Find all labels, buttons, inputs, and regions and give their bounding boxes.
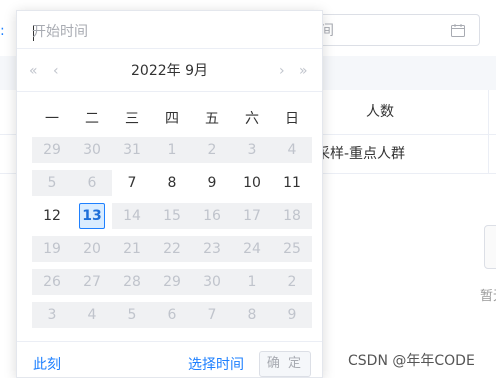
day-cell-today[interactable]: 13 xyxy=(72,203,112,229)
column-header-count: 人数 xyxy=(366,104,394,120)
day-cell: 6 xyxy=(72,170,112,196)
calendar-icon xyxy=(451,24,465,37)
day-cell[interactable]: 9 xyxy=(192,170,232,196)
day-cell: 4 xyxy=(72,302,112,328)
day-cell: 31 xyxy=(112,137,152,163)
day-cell: 17 xyxy=(232,203,272,229)
end-time-input[interactable]: 间 xyxy=(300,14,480,46)
day-cell[interactable]: 12 xyxy=(32,203,72,229)
day-cell: 30 xyxy=(72,137,112,163)
weekday-label: 二 xyxy=(85,111,99,127)
weekday-label: 五 xyxy=(205,111,219,127)
day-cell: 4 xyxy=(272,137,312,163)
day-cell[interactable]: 8 xyxy=(152,170,192,196)
day-cell: 24 xyxy=(232,236,272,262)
footer-divider xyxy=(17,341,322,342)
day-cell: 29 xyxy=(152,269,192,295)
day-cell: 14 xyxy=(112,203,152,229)
start-time-placeholder: 开始时间 xyxy=(32,24,88,40)
start-time-input[interactable]: 开始时间 xyxy=(25,17,315,47)
next-year-icon[interactable]: » xyxy=(299,61,308,81)
weekday-label: 一 xyxy=(45,111,59,127)
weekday-label: 六 xyxy=(245,111,259,127)
day-cell: 8 xyxy=(232,302,272,328)
confirm-button[interactable]: 确 定 xyxy=(259,351,311,377)
watermark: CSDN @年年CODE xyxy=(348,353,475,369)
empty-state-text: 暂无 xyxy=(480,289,496,304)
weekday-label: 三 xyxy=(125,111,139,127)
day-cell: 30 xyxy=(192,269,232,295)
day-cell: 6 xyxy=(152,302,192,328)
day-cell: 29 xyxy=(32,137,72,163)
day-cell[interactable]: 11 xyxy=(272,170,312,196)
day-cell: 2 xyxy=(272,269,312,295)
next-month-icon[interactable]: › xyxy=(279,61,285,81)
day-cell[interactable]: 10 xyxy=(232,170,272,196)
day-cell: 5 xyxy=(112,302,152,328)
header-divider xyxy=(17,48,322,49)
month-title: 2022年 9月 xyxy=(131,63,208,79)
title-divider xyxy=(17,91,322,92)
day-cell: 18 xyxy=(272,203,312,229)
weekday-label: 日 xyxy=(285,111,299,127)
day-cell: 2 xyxy=(192,137,232,163)
day-cell: 25 xyxy=(272,236,312,262)
day-cell: 28 xyxy=(112,269,152,295)
column-divider xyxy=(488,90,489,173)
day-cell: 3 xyxy=(32,302,72,328)
day-cell: 16 xyxy=(192,203,232,229)
day-cell: 20 xyxy=(72,236,112,262)
now-link[interactable]: 此刻 xyxy=(33,355,61,375)
today-highlight: 13 xyxy=(79,203,105,229)
day-cell: 27 xyxy=(72,269,112,295)
day-cell: 23 xyxy=(192,236,232,262)
weekday-label: 四 xyxy=(165,111,179,127)
day-cell: 21 xyxy=(112,236,152,262)
day-cell: 1 xyxy=(232,269,272,295)
date-picker-popup: 开始时间 « ‹ 2022年 9月 › » 一 二 三 四 五 六 日 29 30… xyxy=(16,10,323,378)
day-cell: 15 xyxy=(152,203,192,229)
day-cell: 26 xyxy=(32,269,72,295)
day-cell: 1 xyxy=(152,137,192,163)
weekday-header: 一 二 三 四 五 六 日 xyxy=(32,107,312,131)
day-cell: 19 xyxy=(32,236,72,262)
select-time-link[interactable]: 选择时间 xyxy=(188,355,244,375)
day-cell[interactable]: 7 xyxy=(112,170,152,196)
day-cell: 9 xyxy=(272,302,312,328)
day-cell: 22 xyxy=(152,236,192,262)
table-cell: 采样-重点人群 xyxy=(316,146,406,162)
filter-label-colon: : xyxy=(0,23,5,39)
day-cell: 5 xyxy=(32,170,72,196)
day-cell: 3 xyxy=(232,137,272,163)
day-cell: 7 xyxy=(192,302,232,328)
empty-state-icon xyxy=(484,225,496,269)
